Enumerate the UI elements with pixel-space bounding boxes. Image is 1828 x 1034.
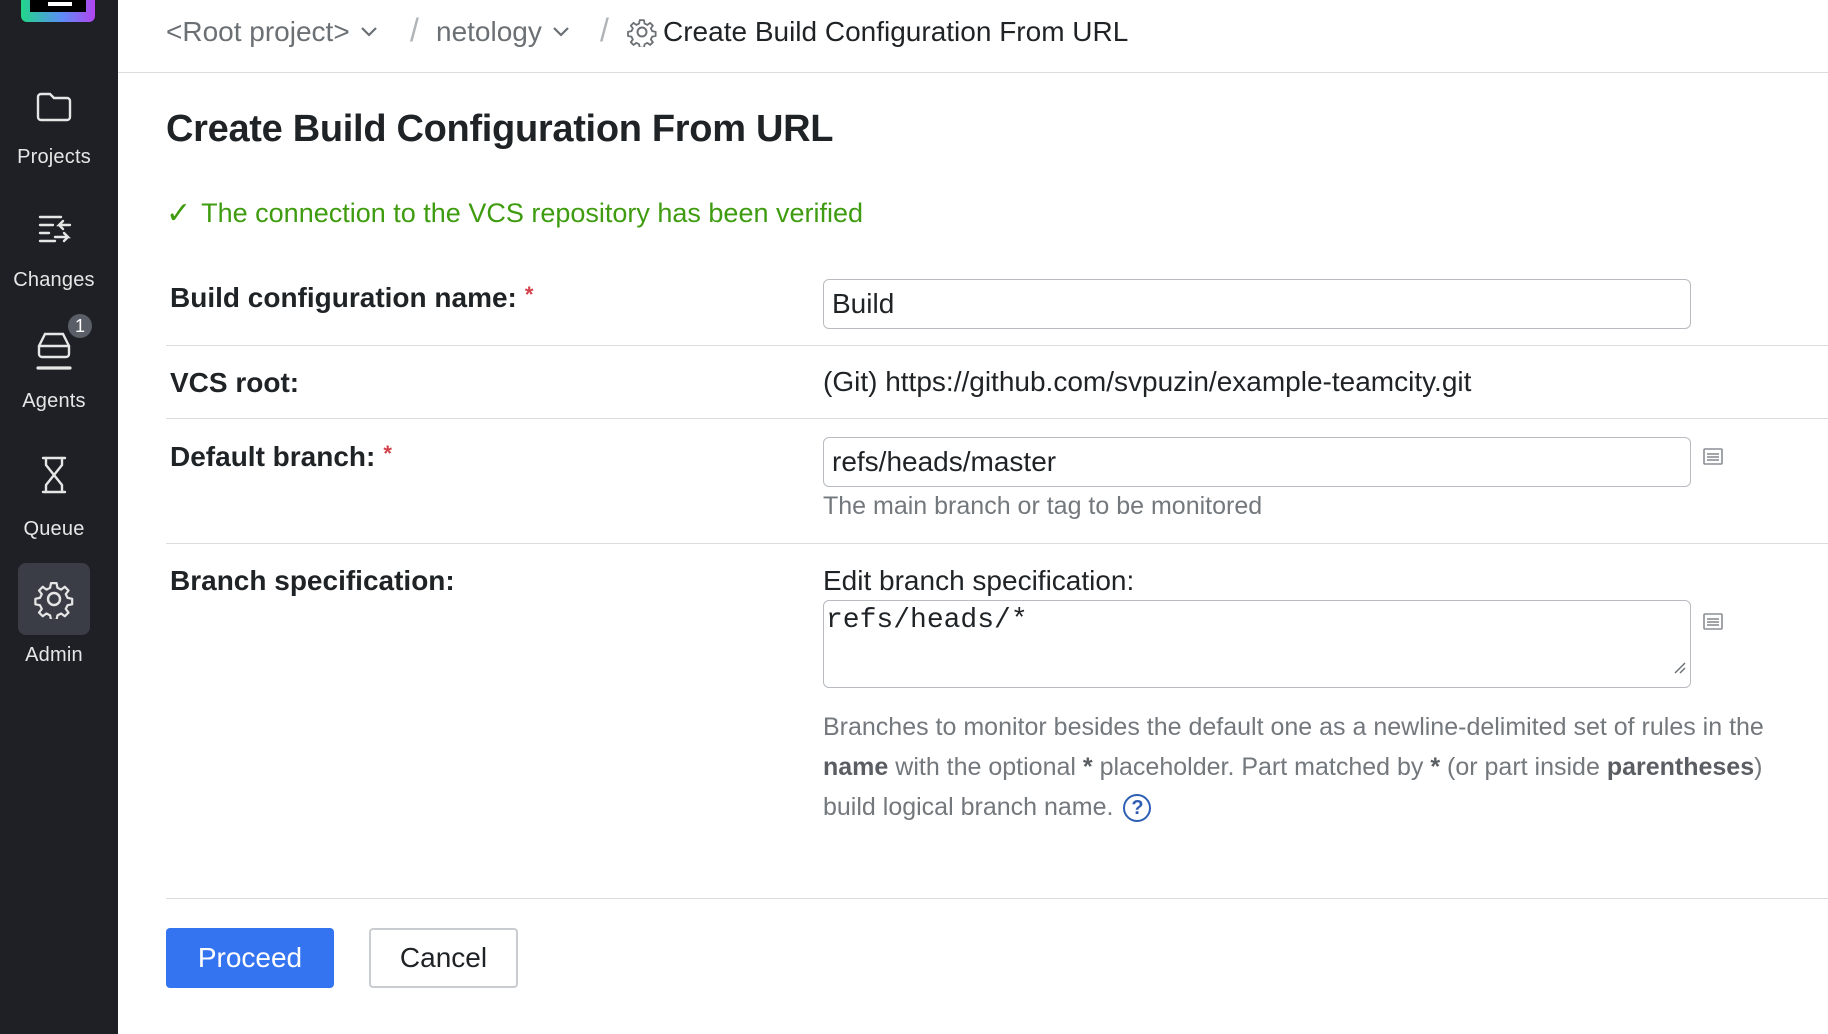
desc-text: placeholder. Part matched by — [1092, 753, 1431, 781]
desc-line-3: build logical branch name.? — [823, 787, 1828, 827]
list-icon[interactable] — [1702, 447, 1726, 467]
sidebar-item-label: Projects — [17, 146, 91, 168]
sidebar: Projects Changes Agents 1 Queue Admin — [0, 0, 118, 1034]
desc-bold: parentheses — [1606, 753, 1755, 781]
divider — [166, 418, 1828, 419]
chevron-down-icon — [552, 26, 570, 38]
default-branch-label-text: Default branch: — [170, 441, 376, 472]
desc-line-2: name with the optional * placeholder. Pa… — [823, 747, 1828, 787]
folder-icon — [27, 80, 81, 134]
desc-bold: * — [1430, 753, 1441, 781]
desc-text: with the optional — [888, 753, 1083, 781]
branch-spec-label: Branch specification: — [170, 565, 455, 596]
changes-icon — [27, 203, 81, 257]
default-branch-hint: The main branch or tag to be monitored — [823, 492, 1263, 520]
build-name-value: Build — [832, 288, 895, 319]
agents-count-badge: 1 — [66, 312, 94, 340]
default-branch-label: Default branch: * — [170, 441, 392, 473]
vcs-root-label: VCS root: — [170, 367, 300, 398]
sidebar-item-label: Changes — [13, 269, 95, 291]
desc-line-1: Branches to monitor besides the default … — [823, 713, 1764, 741]
breadcrumb-separator: / — [600, 12, 609, 48]
sidebar-item-changes[interactable]: Changes — [0, 203, 108, 303]
breadcrumb-separator: / — [410, 12, 419, 48]
cancel-button[interactable]: Cancel — [369, 928, 518, 988]
check-icon: ✓ — [166, 197, 192, 230]
required-mark: * — [524, 282, 534, 307]
branch-spec-value: refs/heads/* — [826, 605, 1028, 636]
breadcrumb-current: Create Build Configuration From URL — [627, 14, 1128, 50]
logo-inner — [30, 0, 86, 12]
hourglass-icon — [27, 448, 81, 502]
sidebar-item-agents[interactable]: Agents — [0, 322, 108, 422]
desc-text: (or part inside — [1440, 753, 1607, 781]
sidebar-item-label: Agents — [22, 390, 86, 412]
build-name-label-text: Build configuration name: — [170, 282, 517, 313]
build-name-input[interactable]: Build — [823, 279, 1691, 329]
breadcrumb-project[interactable]: netology — [436, 14, 570, 50]
teamcity-logo[interactable] — [21, 0, 95, 22]
list-icon[interactable] — [1702, 612, 1726, 632]
sidebar-item-label: Queue — [23, 518, 85, 540]
desc-bold: name — [823, 753, 889, 781]
branch-spec-sub-label: Edit branch specification: — [823, 565, 1135, 596]
branch-spec-description: Branches to monitor besides the default … — [823, 707, 1828, 827]
vcs-root-value: (Git) https://github.com/svpuzin/example… — [823, 366, 1472, 397]
divider — [166, 898, 1828, 899]
branch-spec-textarea[interactable]: refs/heads/* — [823, 600, 1691, 688]
resize-handle-icon[interactable] — [1672, 652, 1686, 683]
default-branch-input[interactable]: refs/heads/master — [823, 437, 1691, 487]
gear-icon — [627, 17, 657, 47]
sidebar-item-queue[interactable]: Queue — [0, 448, 108, 548]
desc-text: build logical branch name. — [823, 793, 1114, 821]
vcs-verified-text: The connection to the VCS repository has… — [201, 198, 864, 228]
divider — [166, 543, 1828, 544]
desc-text: ) — [1754, 753, 1763, 781]
breadcrumb-project-label: netology — [436, 16, 542, 47]
breadcrumb-current-label: Create Build Configuration From URL — [663, 16, 1129, 47]
divider — [166, 345, 1828, 346]
gear-icon — [18, 563, 90, 635]
breadcrumb-root-label: <Root project> — [166, 16, 350, 47]
desc-bold: * — [1082, 753, 1093, 781]
sidebar-item-admin[interactable]: Admin — [0, 563, 108, 673]
chevron-down-icon — [360, 26, 378, 38]
sidebar-item-label: Admin — [25, 644, 83, 666]
build-name-label: Build configuration name: * — [170, 282, 533, 314]
page-title: Create Build Configuration From URL — [166, 108, 834, 150]
help-icon[interactable]: ? — [1123, 794, 1152, 823]
default-branch-value: refs/heads/master — [832, 446, 1057, 477]
required-mark: * — [383, 441, 392, 466]
vcs-verified-message: ✓ The connection to the VCS repository h… — [166, 196, 863, 231]
proceed-button[interactable]: Proceed — [166, 928, 334, 988]
sidebar-item-projects[interactable]: Projects — [0, 80, 108, 180]
breadcrumb-root[interactable]: <Root project> — [166, 14, 378, 50]
logo-bar — [48, 2, 72, 6]
